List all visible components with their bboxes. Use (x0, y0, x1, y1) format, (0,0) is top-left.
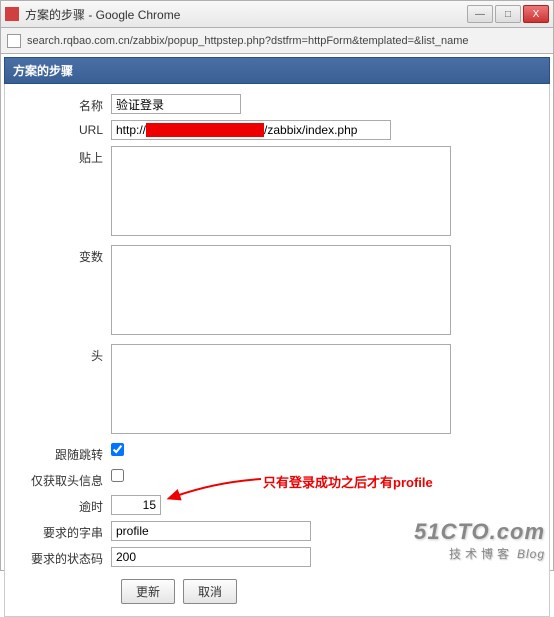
panel-header: 方案的步骤 (4, 57, 550, 84)
close-button[interactable]: X (523, 5, 549, 23)
required-label: 要求的字串 (13, 521, 111, 541)
post-label: 贴上 (13, 146, 111, 166)
favicon (5, 7, 19, 21)
minimize-button[interactable]: — (467, 5, 493, 23)
headers-textarea[interactable] (111, 344, 451, 434)
window-titlebar: 方案的步骤 - Google Chrome — □ X (0, 0, 554, 28)
redacted-host (146, 123, 264, 137)
annotation-text: 只有登录成功之后才有profile (263, 472, 433, 491)
cancel-button[interactable]: 取消 (183, 579, 237, 604)
headonly-checkbox[interactable] (111, 469, 124, 482)
url-suffix: /zabbix/index.php (264, 123, 357, 137)
status-input[interactable] (111, 547, 311, 567)
name-label: 名称 (13, 94, 111, 114)
address-bar[interactable]: search.rqbao.com.cn/zabbix/popup_httpste… (0, 28, 554, 54)
maximize-button[interactable]: □ (495, 5, 521, 23)
timeout-label: 逾时 (13, 495, 111, 515)
variables-label: 变数 (13, 245, 111, 265)
annotation-arrow (166, 474, 266, 504)
name-input[interactable] (111, 94, 241, 114)
content-area: 方案的步骤 名称 URL http:// /zabbix/index.php 贴… (0, 54, 554, 571)
headonly-label: 仅获取头信息 (13, 469, 111, 489)
form-body: 名称 URL http:// /zabbix/index.php 贴上 变数 头 (4, 84, 550, 617)
variables-textarea[interactable] (111, 245, 451, 335)
window-title: 方案的步骤 - Google Chrome (25, 6, 467, 23)
timeout-input[interactable] (111, 495, 161, 515)
post-textarea[interactable] (111, 146, 451, 236)
update-button[interactable]: 更新 (121, 579, 175, 604)
document-icon (7, 34, 21, 48)
url-input[interactable]: http:// /zabbix/index.php (111, 120, 391, 140)
status-label: 要求的状态码 (13, 547, 111, 567)
url-text: search.rqbao.com.cn/zabbix/popup_httpste… (27, 35, 468, 47)
headers-label: 头 (13, 344, 111, 364)
required-input[interactable] (111, 521, 311, 541)
follow-checkbox[interactable] (111, 443, 124, 456)
url-label: URL (13, 120, 111, 137)
follow-label: 跟随跳转 (13, 443, 111, 463)
url-prefix: http:// (116, 123, 146, 137)
